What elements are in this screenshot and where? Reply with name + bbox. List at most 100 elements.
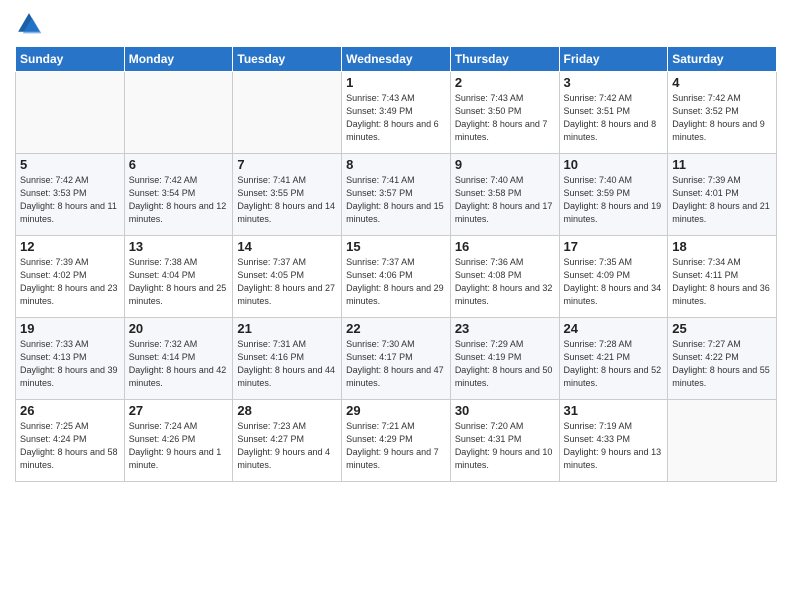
- day-number: 6: [129, 157, 229, 172]
- day-number: 30: [455, 403, 555, 418]
- day-info: Sunrise: 7:41 AMSunset: 3:57 PMDaylight:…: [346, 174, 446, 226]
- day-info: Sunrise: 7:30 AMSunset: 4:17 PMDaylight:…: [346, 338, 446, 390]
- day-number: 16: [455, 239, 555, 254]
- day-info: Sunrise: 7:33 AMSunset: 4:13 PMDaylight:…: [20, 338, 120, 390]
- day-cell: 2 Sunrise: 7:43 AMSunset: 3:50 PMDaylight…: [450, 72, 559, 154]
- weekday-header-row: SundayMondayTuesdayWednesdayThursdayFrid…: [16, 47, 777, 72]
- day-cell: 25 Sunrise: 7:27 AMSunset: 4:22 PMDayligh…: [668, 318, 777, 400]
- day-info: Sunrise: 7:42 AMSunset: 3:51 PMDaylight:…: [564, 92, 664, 144]
- day-cell: 16 Sunrise: 7:36 AMSunset: 4:08 PMDayligh…: [450, 236, 559, 318]
- day-info: Sunrise: 7:29 AMSunset: 4:19 PMDaylight:…: [455, 338, 555, 390]
- day-info: Sunrise: 7:42 AMSunset: 3:54 PMDaylight:…: [129, 174, 229, 226]
- day-number: 23: [455, 321, 555, 336]
- day-cell: 13 Sunrise: 7:38 AMSunset: 4:04 PMDayligh…: [124, 236, 233, 318]
- day-cell: 8 Sunrise: 7:41 AMSunset: 3:57 PMDaylight…: [342, 154, 451, 236]
- day-number: 13: [129, 239, 229, 254]
- day-info: Sunrise: 7:27 AMSunset: 4:22 PMDaylight:…: [672, 338, 772, 390]
- day-info: Sunrise: 7:42 AMSunset: 3:53 PMDaylight:…: [20, 174, 120, 226]
- day-info: Sunrise: 7:38 AMSunset: 4:04 PMDaylight:…: [129, 256, 229, 308]
- day-cell: 20 Sunrise: 7:32 AMSunset: 4:14 PMDayligh…: [124, 318, 233, 400]
- weekday-header-tuesday: Tuesday: [233, 47, 342, 72]
- day-number: 22: [346, 321, 446, 336]
- day-cell: 27 Sunrise: 7:24 AMSunset: 4:26 PMDayligh…: [124, 400, 233, 482]
- day-info: Sunrise: 7:34 AMSunset: 4:11 PMDaylight:…: [672, 256, 772, 308]
- day-info: Sunrise: 7:37 AMSunset: 4:06 PMDaylight:…: [346, 256, 446, 308]
- day-cell: [233, 72, 342, 154]
- day-number: 25: [672, 321, 772, 336]
- day-number: 29: [346, 403, 446, 418]
- week-row-3: 12Sunrise: 7:39 AMSunset: 4:02 PMDayligh…: [16, 236, 777, 318]
- day-cell: 15 Sunrise: 7:37 AMSunset: 4:06 PMDayligh…: [342, 236, 451, 318]
- day-info: Sunrise: 7:42 AMSunset: 3:52 PMDaylight:…: [672, 92, 772, 144]
- logo: [15, 10, 47, 38]
- day-number: 31: [564, 403, 664, 418]
- calendar-table: SundayMondayTuesdayWednesdayThursdayFrid…: [15, 46, 777, 482]
- day-info: Sunrise: 7:32 AMSunset: 4:14 PMDaylight:…: [129, 338, 229, 390]
- day-info: Sunrise: 7:36 AMSunset: 4:08 PMDaylight:…: [455, 256, 555, 308]
- day-cell: 5 Sunrise: 7:42 AMSunset: 3:53 PMDaylight…: [16, 154, 125, 236]
- day-number: 9: [455, 157, 555, 172]
- day-number: 10: [564, 157, 664, 172]
- day-cell: 1 Sunrise: 7:43 AMSunset: 3:49 PMDaylight…: [342, 72, 451, 154]
- day-cell: 22 Sunrise: 7:30 AMSunset: 4:17 PMDayligh…: [342, 318, 451, 400]
- day-cell: 6 Sunrise: 7:42 AMSunset: 3:54 PMDaylight…: [124, 154, 233, 236]
- day-cell: 3 Sunrise: 7:42 AMSunset: 3:51 PMDaylight…: [559, 72, 668, 154]
- day-info: Sunrise: 7:21 AMSunset: 4:29 PMDaylight:…: [346, 420, 446, 472]
- day-info: Sunrise: 7:31 AMSunset: 4:16 PMDaylight:…: [237, 338, 337, 390]
- day-cell: 31Sunrise: 7:19 AMSunset: 4:33 PMDayligh…: [559, 400, 668, 482]
- weekday-header-thursday: Thursday: [450, 47, 559, 72]
- day-cell: 7 Sunrise: 7:41 AMSunset: 3:55 PMDaylight…: [233, 154, 342, 236]
- day-number: 27: [129, 403, 229, 418]
- day-cell: 23 Sunrise: 7:29 AMSunset: 4:19 PMDayligh…: [450, 318, 559, 400]
- weekday-header-saturday: Saturday: [668, 47, 777, 72]
- day-cell: 10 Sunrise: 7:40 AMSunset: 3:59 PMDayligh…: [559, 154, 668, 236]
- day-number: 2: [455, 75, 555, 90]
- day-number: 28: [237, 403, 337, 418]
- day-number: 20: [129, 321, 229, 336]
- week-row-4: 19Sunrise: 7:33 AMSunset: 4:13 PMDayligh…: [16, 318, 777, 400]
- day-cell: 9 Sunrise: 7:40 AMSunset: 3:58 PMDaylight…: [450, 154, 559, 236]
- day-cell: 29 Sunrise: 7:21 AMSunset: 4:29 PMDayligh…: [342, 400, 451, 482]
- page: SundayMondayTuesdayWednesdayThursdayFrid…: [0, 0, 792, 612]
- day-cell: 11 Sunrise: 7:39 AMSunset: 4:01 PMDayligh…: [668, 154, 777, 236]
- day-info: Sunrise: 7:40 AMSunset: 3:58 PMDaylight:…: [455, 174, 555, 226]
- day-info: Sunrise: 7:37 AMSunset: 4:05 PMDaylight:…: [237, 256, 337, 308]
- day-info: Sunrise: 7:24 AMSunset: 4:26 PMDaylight:…: [129, 420, 229, 472]
- weekday-header-sunday: Sunday: [16, 47, 125, 72]
- day-cell: 18Sunrise: 7:34 AMSunset: 4:11 PMDayligh…: [668, 236, 777, 318]
- day-number: 11: [672, 157, 772, 172]
- day-number: 15: [346, 239, 446, 254]
- day-number: 3: [564, 75, 664, 90]
- header: [15, 10, 777, 38]
- day-info: Sunrise: 7:41 AMSunset: 3:55 PMDaylight:…: [237, 174, 337, 226]
- day-cell: 28 Sunrise: 7:23 AMSunset: 4:27 PMDayligh…: [233, 400, 342, 482]
- logo-icon: [15, 10, 43, 38]
- day-number: 21: [237, 321, 337, 336]
- day-info: Sunrise: 7:40 AMSunset: 3:59 PMDaylight:…: [564, 174, 664, 226]
- weekday-header-friday: Friday: [559, 47, 668, 72]
- day-info: Sunrise: 7:43 AMSunset: 3:49 PMDaylight:…: [346, 92, 446, 144]
- week-row-1: 1 Sunrise: 7:43 AMSunset: 3:49 PMDaylight…: [16, 72, 777, 154]
- day-number: 4: [672, 75, 772, 90]
- day-info: Sunrise: 7:35 AMSunset: 4:09 PMDaylight:…: [564, 256, 664, 308]
- day-number: 7: [237, 157, 337, 172]
- day-info: Sunrise: 7:39 AMSunset: 4:01 PMDaylight:…: [672, 174, 772, 226]
- day-cell: 17 Sunrise: 7:35 AMSunset: 4:09 PMDayligh…: [559, 236, 668, 318]
- day-cell: 14Sunrise: 7:37 AMSunset: 4:05 PMDayligh…: [233, 236, 342, 318]
- day-info: Sunrise: 7:25 AMSunset: 4:24 PMDaylight:…: [20, 420, 120, 472]
- day-cell: 12Sunrise: 7:39 AMSunset: 4:02 PMDayligh…: [16, 236, 125, 318]
- day-cell: [16, 72, 125, 154]
- day-cell: 24Sunrise: 7:28 AMSunset: 4:21 PMDayligh…: [559, 318, 668, 400]
- day-info: Sunrise: 7:43 AMSunset: 3:50 PMDaylight:…: [455, 92, 555, 144]
- day-info: Sunrise: 7:28 AMSunset: 4:21 PMDaylight:…: [564, 338, 664, 390]
- day-info: Sunrise: 7:23 AMSunset: 4:27 PMDaylight:…: [237, 420, 337, 472]
- day-number: 8: [346, 157, 446, 172]
- day-cell: 4 Sunrise: 7:42 AMSunset: 3:52 PMDaylight…: [668, 72, 777, 154]
- weekday-header-wednesday: Wednesday: [342, 47, 451, 72]
- day-number: 1: [346, 75, 446, 90]
- weekday-header-monday: Monday: [124, 47, 233, 72]
- day-number: 5: [20, 157, 120, 172]
- week-row-2: 5 Sunrise: 7:42 AMSunset: 3:53 PMDaylight…: [16, 154, 777, 236]
- week-row-5: 26Sunrise: 7:25 AMSunset: 4:24 PMDayligh…: [16, 400, 777, 482]
- day-number: 17: [564, 239, 664, 254]
